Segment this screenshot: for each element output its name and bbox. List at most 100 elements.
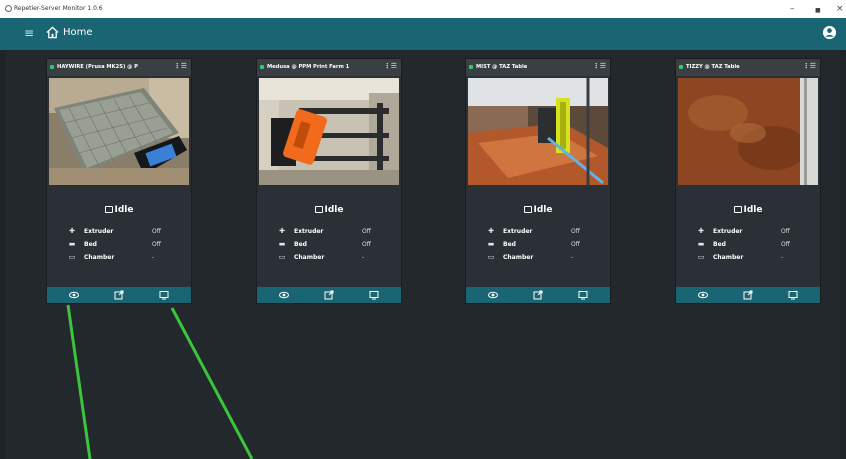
- extruder-icon: ✚: [69, 227, 75, 235]
- temp-label: Extruder: [294, 228, 324, 235]
- account-icon[interactable]: [822, 25, 837, 40]
- temp-value: Off: [152, 228, 161, 235]
- printer-card-header: MIST @ TAZ Table ⋮☰: [466, 59, 610, 76]
- online-status-icon: [469, 65, 473, 69]
- printer-state: Idle: [676, 205, 820, 215]
- open-external-icon: [114, 290, 124, 300]
- temp-value: Off: [781, 228, 790, 235]
- temp-value: -: [152, 254, 155, 261]
- bed-icon: ▬: [487, 240, 495, 248]
- card-actions: [47, 287, 191, 303]
- temp-row-extruder: ✚ Extruder Off: [696, 227, 806, 237]
- state-label: Idle: [114, 205, 134, 215]
- close-button[interactable]: ×: [836, 3, 844, 15]
- card-menu-icon[interactable]: ⋮☰: [174, 62, 187, 70]
- monitor-button[interactable]: [149, 287, 179, 303]
- view-printer-button[interactable]: [688, 287, 718, 303]
- card-actions: [257, 287, 401, 303]
- webcam-image[interactable]: [468, 78, 608, 185]
- chamber-icon: ▭: [68, 253, 76, 261]
- app-header: ≡ Home: [0, 18, 846, 50]
- temp-value: Off: [362, 241, 371, 248]
- monitor-icon: [578, 291, 588, 300]
- printer-card[interactable]: Medusa @ PPM Print Farm 1 ⋮☰ Idle ✚ Extr…: [257, 59, 401, 303]
- printer-card[interactable]: TIZZY @ TAZ Table ⋮☰ Idle ✚ Extruder Off…: [676, 59, 820, 303]
- online-status-icon: [50, 65, 54, 69]
- webcam-image[interactable]: [678, 78, 818, 185]
- view-printer-button[interactable]: [59, 287, 89, 303]
- card-actions: [466, 287, 610, 303]
- bed-icon: ▬: [68, 240, 76, 248]
- monitor-state-icon: [104, 206, 113, 213]
- monitor-state-icon: [733, 206, 742, 213]
- card-menu-icon[interactable]: ⋮☰: [593, 62, 606, 70]
- webcam-image[interactable]: [259, 78, 399, 185]
- temp-label: Bed: [294, 241, 307, 248]
- open-external-icon: [324, 290, 334, 300]
- open-printer-button[interactable]: [104, 287, 134, 303]
- card-menu-icon[interactable]: ⋮☰: [803, 62, 816, 70]
- temp-row-bed: ▬ Bed Off: [486, 240, 596, 250]
- chamber-icon: ▭: [278, 253, 286, 261]
- temp-value: -: [571, 254, 574, 261]
- printer-state: Idle: [466, 205, 610, 215]
- temp-row-chamber: ▭ Chamber -: [277, 253, 387, 263]
- bed-icon: ▬: [278, 240, 286, 248]
- printer-card[interactable]: HAYWIRE (Prusa MK2S) @ P ⋮☰ Idle ✚ Extru…: [47, 59, 191, 303]
- online-status-icon: [260, 65, 264, 69]
- open-printer-button[interactable]: [733, 287, 763, 303]
- printer-name: HAYWIRE (Prusa MK2S) @ P: [57, 64, 138, 70]
- eye-icon: [488, 291, 498, 299]
- printer-name: MIST @ TAZ Table: [476, 64, 528, 70]
- view-printer-button[interactable]: [478, 287, 508, 303]
- online-status-icon: [679, 65, 683, 69]
- webcam-image[interactable]: [49, 78, 189, 185]
- temp-row-chamber: ▭ Chamber -: [67, 253, 177, 263]
- temp-value: Off: [571, 241, 580, 248]
- monitor-icon: [159, 291, 169, 300]
- temp-row-extruder: ✚ Extruder Off: [486, 227, 596, 237]
- temp-row-chamber: ▭ Chamber -: [486, 253, 596, 263]
- monitor-button[interactable]: [778, 287, 808, 303]
- open-external-icon: [743, 290, 753, 300]
- temp-label: Chamber: [713, 254, 744, 261]
- app-icon: [5, 5, 12, 12]
- printer-name: TIZZY @ TAZ Table: [686, 64, 740, 70]
- monitor-icon: [369, 291, 379, 300]
- monitor-button[interactable]: [359, 287, 389, 303]
- state-label: Idle: [324, 205, 344, 215]
- minimize-button[interactable]: –: [790, 3, 795, 15]
- temp-value: Off: [152, 241, 161, 248]
- printer-card-header: Medusa @ PPM Print Farm 1 ⋮☰: [257, 59, 401, 76]
- page-title[interactable]: Home: [63, 27, 93, 39]
- temp-value: Off: [362, 228, 371, 235]
- open-printer-button[interactable]: [314, 287, 344, 303]
- temp-label: Extruder: [503, 228, 533, 235]
- maximize-button[interactable]: ■: [815, 5, 821, 17]
- home-icon[interactable]: [46, 26, 59, 39]
- extruder-icon: ✚: [488, 227, 494, 235]
- temp-row-bed: ▬ Bed Off: [277, 240, 387, 250]
- card-actions: [676, 287, 820, 303]
- temp-label: Chamber: [294, 254, 325, 261]
- card-menu-icon[interactable]: ⋮☰: [384, 62, 397, 70]
- printer-state: Idle: [47, 205, 191, 215]
- temp-label: Bed: [713, 241, 726, 248]
- temp-value: -: [362, 254, 365, 261]
- monitor-state-icon: [314, 206, 323, 213]
- window-titlebar: Repetier-Server Monitor 1.0.6 – ■ ×: [0, 0, 846, 18]
- state-label: Idle: [533, 205, 553, 215]
- chamber-icon: ▭: [487, 253, 495, 261]
- printer-card[interactable]: MIST @ TAZ Table ⋮☰ Idle ✚ Extruder Off …: [466, 59, 610, 303]
- extruder-icon: ✚: [279, 227, 285, 235]
- view-printer-button[interactable]: [269, 287, 299, 303]
- eye-icon: [698, 291, 708, 299]
- temp-label: Bed: [84, 241, 97, 248]
- extruder-icon: ✚: [698, 227, 704, 235]
- eye-icon: [69, 291, 79, 299]
- hamburger-menu-icon[interactable]: ≡: [24, 25, 34, 41]
- temp-value: Off: [571, 228, 580, 235]
- monitor-button[interactable]: [568, 287, 598, 303]
- temp-row-bed: ▬ Bed Off: [696, 240, 806, 250]
- open-printer-button[interactable]: [523, 287, 553, 303]
